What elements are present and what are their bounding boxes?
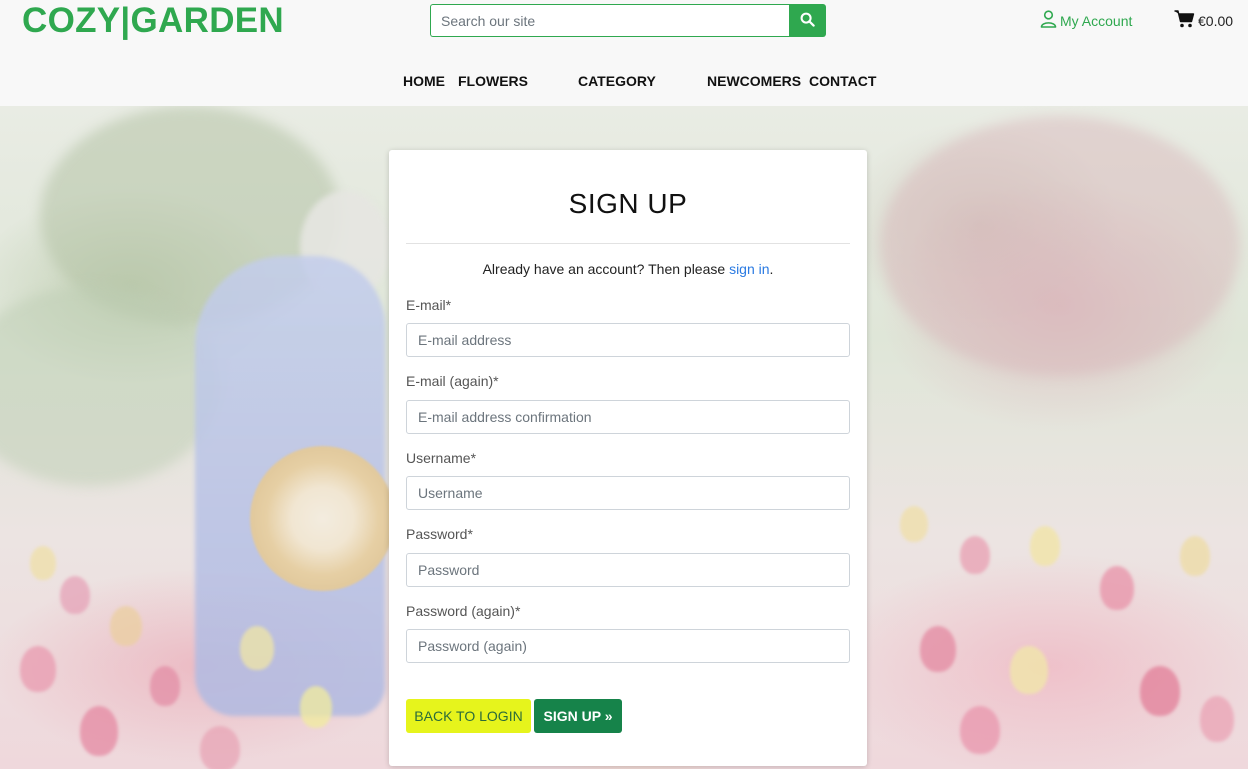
tulip — [960, 536, 990, 574]
email-field[interactable] — [406, 323, 850, 357]
tulip — [60, 576, 90, 614]
tulip — [80, 706, 118, 756]
back-to-login-button[interactable]: BACK TO LOGIN — [406, 699, 531, 733]
signup-card: SIGN UP Already have an account? Then pl… — [389, 150, 867, 766]
tulip — [920, 626, 956, 672]
search-input[interactable] — [430, 4, 789, 37]
signin-prompt-suffix: . — [769, 261, 774, 277]
nav-contact[interactable]: CONTACT — [809, 73, 876, 89]
tulip — [1140, 666, 1180, 716]
title-divider — [406, 243, 850, 244]
site-logo[interactable]: COZY|GARDEN — [22, 1, 284, 41]
tree-shape — [880, 116, 1240, 376]
username-field[interactable] — [406, 476, 850, 510]
main-nav: HOME FLOWERS CATEGORY NEWCOMERS CONTACT — [0, 73, 1248, 91]
site-header: COZY|GARDEN My Account €0.00 HOME FLOWER… — [0, 0, 1248, 106]
tulip — [1180, 536, 1210, 576]
nav-flowers[interactable]: FLOWERS — [458, 73, 528, 89]
cart-link[interactable]: €0.00 — [1174, 10, 1233, 31]
email-label: E-mail* — [406, 297, 452, 313]
signin-link[interactable]: sign in — [729, 261, 769, 277]
nav-category[interactable]: CATEGORY — [578, 73, 656, 89]
cart-total: €0.00 — [1198, 12, 1234, 29]
username-label: Username* — [406, 450, 477, 466]
tulip — [960, 706, 1000, 754]
tulip — [30, 546, 56, 580]
tulip — [110, 606, 142, 646]
email-confirm-field[interactable] — [406, 400, 850, 434]
my-account-label: My Account — [1060, 12, 1133, 29]
nav-newcomers[interactable]: NEWCOMERS — [707, 73, 801, 89]
tulip — [240, 626, 274, 670]
tulip — [200, 726, 240, 769]
tulip — [1030, 526, 1060, 566]
password-label: Password* — [406, 526, 473, 542]
signin-prompt: Already have an account? Then please sig… — [389, 261, 867, 277]
password-field[interactable] — [406, 553, 850, 587]
tulip — [900, 506, 928, 542]
search-button[interactable] — [789, 4, 826, 37]
tulip — [150, 666, 180, 706]
tulip — [1010, 646, 1048, 694]
tulip — [1100, 566, 1134, 610]
my-account-link[interactable]: My Account — [1040, 10, 1132, 31]
nav-home[interactable]: HOME — [403, 73, 445, 89]
password-confirm-field[interactable] — [406, 629, 850, 663]
search-icon — [800, 12, 815, 30]
password-confirm-label: Password (again)* — [406, 603, 521, 619]
signup-button[interactable]: SIGN UP » — [534, 699, 622, 733]
page-title: SIGN UP — [568, 188, 688, 219]
search-form — [430, 4, 826, 37]
tulip — [1200, 696, 1234, 742]
straw-hat — [250, 446, 395, 591]
tulip — [20, 646, 56, 692]
tulip — [300, 686, 332, 728]
signin-prompt-text: Already have an account? Then please — [482, 261, 730, 277]
email-confirm-label: E-mail (again)* — [406, 373, 499, 389]
cart-icon — [1174, 10, 1195, 31]
user-icon — [1040, 10, 1057, 31]
